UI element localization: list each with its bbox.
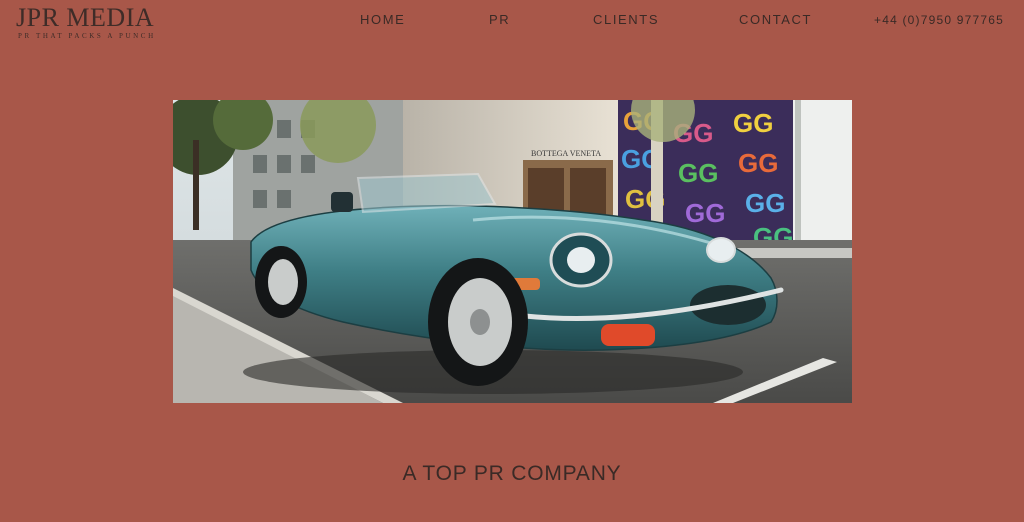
brand-title: JPR MEDIA (16, 3, 155, 32)
phone-number: +44 (0)7950 977765 (874, 13, 1005, 27)
gg-pattern-3: GG (733, 108, 773, 138)
storefront-sign: BOTTEGA VENETA (531, 149, 601, 158)
nav-pr-link[interactable]: PR (489, 12, 510, 27)
gg-pattern-5: GG (678, 158, 718, 188)
gg-pattern-8: GG (685, 198, 725, 228)
hero-car-illustration: BOTTEGA VENETA GG GG GG GG GG GG GG GG G… (173, 100, 852, 403)
rear-wheel (255, 246, 307, 318)
gg-pattern-9: GG (745, 188, 785, 218)
nav-clients-link[interactable]: CLIENTS (593, 12, 659, 27)
front-wheel (428, 258, 528, 386)
brand-tagline: PR THAT PACKS A PUNCH (18, 32, 156, 40)
brand-logo[interactable]: JPR MEDIA PR THAT PACKS A PUNCH (16, 4, 184, 41)
hero-headline: A TOP PR COMPANY (402, 462, 622, 485)
hero-image: BOTTEGA VENETA GG GG GG GG GG GG GG GG G… (173, 100, 852, 403)
gg-pattern-6: GG (738, 148, 778, 178)
nav-contact-link[interactable]: CONTACT (739, 12, 812, 27)
nav-home-link[interactable]: HOME (360, 12, 405, 27)
